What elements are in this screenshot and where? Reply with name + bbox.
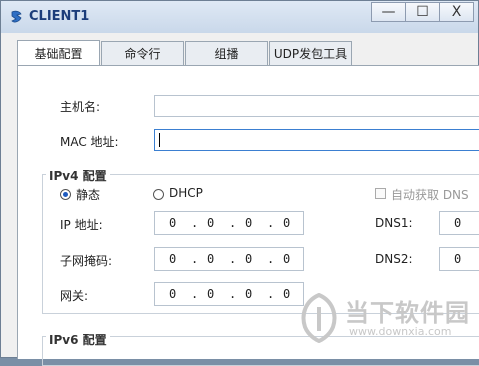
octet-dot: . bbox=[191, 216, 199, 230]
tab-command-line[interactable]: 命令行 bbox=[101, 41, 184, 65]
app-icon bbox=[11, 10, 22, 23]
watermark: 当下软件园 www.downxia.com bbox=[297, 291, 479, 359]
hostname-label: 主机名: bbox=[60, 100, 101, 114]
gateway-label: 网关: bbox=[60, 289, 89, 303]
subnet-mask-input[interactable]: 0 . 0 . 0 . 0 bbox=[154, 247, 304, 271]
ipv4-group-title: IPv4 配置 bbox=[46, 167, 110, 184]
dns2-input[interactable]: 0 bbox=[439, 247, 479, 271]
octet-dot: . bbox=[229, 216, 237, 230]
dhcp-radio[interactable] bbox=[153, 189, 164, 200]
ip-octet: 0 bbox=[283, 216, 291, 230]
minimize-icon: — bbox=[381, 4, 396, 20]
tab-label: 命令行 bbox=[124, 47, 161, 61]
mask-octet: 0 bbox=[283, 252, 291, 266]
close-button[interactable]: X bbox=[439, 2, 474, 22]
mask-octet: 0 bbox=[245, 252, 253, 266]
maximize-button[interactable]: ☐ bbox=[405, 2, 440, 22]
text-caret bbox=[159, 133, 160, 147]
title-bar[interactable]: CLIENT1 — ☐ X bbox=[1, 1, 478, 33]
octet-dot: . bbox=[229, 252, 237, 266]
dns1-input[interactable]: 0 bbox=[439, 211, 479, 235]
dns1-label: DNS1: bbox=[375, 216, 413, 230]
gateway-input[interactable]: 0 . 0 . 0 . 0 bbox=[154, 282, 304, 306]
auto-dns-label: 自动获取 DNS bbox=[391, 188, 469, 202]
static-radio[interactable] bbox=[60, 189, 71, 200]
hostname-input[interactable] bbox=[154, 95, 479, 117]
dns2-octet: 0 bbox=[454, 252, 462, 266]
mask-octet: 0 bbox=[207, 252, 215, 266]
gateway-octet: 0 bbox=[283, 287, 291, 301]
watermark-logo-icon bbox=[301, 293, 337, 343]
ip-address-input[interactable]: 0 . 0 . 0 . 0 bbox=[154, 211, 304, 235]
maximize-icon: ☐ bbox=[416, 4, 429, 20]
auto-dns-checkbox[interactable] bbox=[375, 188, 386, 199]
dhcp-label: DHCP bbox=[169, 186, 203, 200]
window-title: CLIENT1 bbox=[29, 9, 90, 24]
watermark-title: 当下软件园 bbox=[345, 299, 470, 327]
ipv6-group-title: IPv6 配置 bbox=[46, 331, 110, 348]
mac-input[interactable] bbox=[154, 129, 479, 151]
mask-octet: 0 bbox=[169, 252, 177, 266]
minimize-button[interactable]: — bbox=[371, 2, 406, 22]
gateway-octet: 0 bbox=[207, 287, 215, 301]
octet-dot: . bbox=[191, 287, 199, 301]
ip-octet: 0 bbox=[169, 216, 177, 230]
close-icon: X bbox=[451, 4, 462, 20]
octet-dot: . bbox=[267, 252, 275, 266]
subnet-mask-label: 子网掩码: bbox=[60, 254, 113, 268]
octet-dot: . bbox=[229, 287, 237, 301]
gateway-octet: 0 bbox=[169, 287, 177, 301]
octet-dot: . bbox=[267, 287, 275, 301]
mac-label: MAC 地址: bbox=[60, 135, 119, 149]
tab-label: 组播 bbox=[214, 47, 239, 61]
tab-basic-config[interactable]: 基础配置 bbox=[17, 40, 100, 66]
static-label: 静态 bbox=[76, 188, 101, 202]
octet-dot: . bbox=[191, 252, 199, 266]
watermark-url: www.downxia.com bbox=[349, 325, 452, 338]
dns2-label: DNS2: bbox=[375, 252, 413, 266]
tab-label: 基础配置 bbox=[34, 47, 83, 61]
client-window: CLIENT1 — ☐ X 基础配置 命令行 组播 UDP发包工具 主机名: M… bbox=[0, 0, 479, 366]
gateway-octet: 0 bbox=[245, 287, 253, 301]
dns1-octet: 0 bbox=[454, 216, 462, 230]
ip-octet: 0 bbox=[207, 216, 215, 230]
tab-multicast[interactable]: 组播 bbox=[185, 41, 268, 65]
tab-label: UDP发包工具 bbox=[273, 47, 348, 61]
octet-dot: . bbox=[267, 216, 275, 230]
tab-udp-tool[interactable]: UDP发包工具 bbox=[269, 41, 352, 65]
ip-label: IP 地址: bbox=[60, 218, 103, 232]
ip-octet: 0 bbox=[245, 216, 253, 230]
